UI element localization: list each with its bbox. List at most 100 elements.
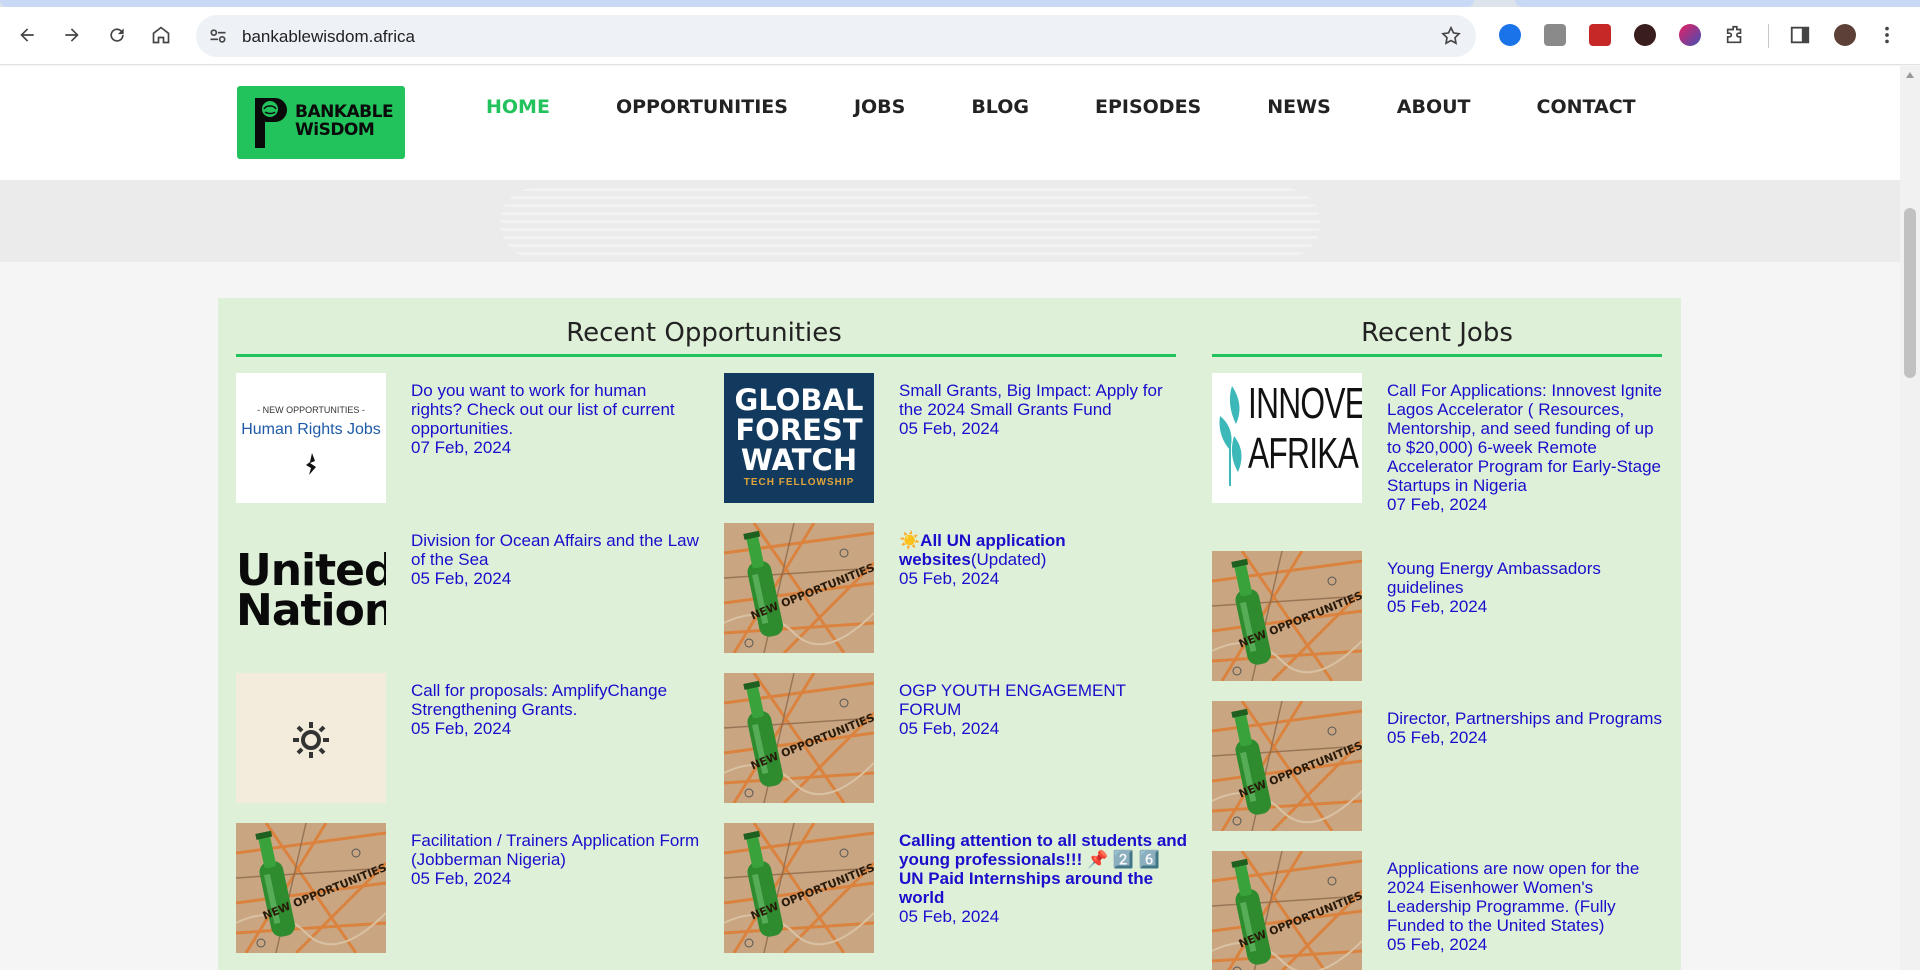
job-title-link[interactable]: Call For Applications: Innovest Ignite L… <box>1387 381 1672 495</box>
job-text: Young Energy Ambassadors guidelines 05 F… <box>1387 559 1672 616</box>
job-title-link[interactable]: Director, Partnerships and Programs <box>1387 709 1672 728</box>
map-bottle-illustration: NEW OPPORTUNITIES <box>724 523 874 653</box>
opportunity-title-link[interactable]: Small Grants, Big Impact: Apply for the … <box>899 381 1189 419</box>
extension-icon-3[interactable] <box>1589 24 1611 46</box>
job-item[interactable]: NEW OPPORTUNITIES Applications are now o… <box>1212 851 1672 970</box>
bookmark-star-icon[interactable] <box>1440 25 1462 47</box>
page-scrollbar[interactable] <box>1900 66 1920 970</box>
opportunity-item[interactable]: Call for proposals: AmplifyChange Streng… <box>236 673 696 805</box>
nav-blog[interactable]: BLOG <box>971 96 1029 118</box>
job-text: Director, Partnerships and Programs 05 F… <box>1387 709 1672 747</box>
nav-news[interactable]: NEWS <box>1267 96 1331 118</box>
extension-icon-5[interactable] <box>1679 24 1701 46</box>
arrow-right-icon <box>65 28 79 42</box>
new-opportunities-thumbnail[interactable]: NEW OPPORTUNITIES <box>724 673 874 803</box>
profile-avatar[interactable] <box>1834 24 1856 46</box>
side-panel-icon[interactable] <box>1789 24 1811 46</box>
new-opportunities-thumbnail[interactable]: NEW OPPORTUNITIES <box>1212 551 1362 681</box>
opportunity-title-link[interactable]: Call for proposals: AmplifyChange Streng… <box>411 681 701 719</box>
global-forest-watch-thumbnail[interactable]: GLOBAL FOREST WATCH TECH FELLOWSHIP <box>724 373 874 503</box>
opportunity-title-link[interactable]: Division for Ocean Affairs and the Law o… <box>411 531 701 569</box>
opportunity-title-link[interactable]: Calling attention to all students and yo… <box>899 831 1189 907</box>
un-logo-text: United Nations <box>236 549 386 633</box>
opportunity-date: 05 Feb, 2024 <box>899 569 1000 588</box>
logo-wordmark: BANKABLE WiSDOM <box>295 102 394 140</box>
reload-button[interactable] <box>99 17 135 53</box>
active-tab-area[interactable] <box>0 0 1474 7</box>
job-item[interactable]: NEW OPPORTUNITIES Director, Partnerships… <box>1212 701 1672 833</box>
extension-icon-1[interactable] <box>1499 24 1521 46</box>
tab-area-right[interactable] <box>1515 0 1920 7</box>
recent-jobs-heading: Recent Jobs <box>1361 318 1513 348</box>
scrollbar-thumb[interactable] <box>1904 208 1916 378</box>
extension-icon-4[interactable] <box>1634 24 1656 46</box>
innovest-afrika-thumbnail[interactable]: INNOVEST AFRIKA <box>1212 373 1362 503</box>
job-item[interactable]: NEW OPPORTUNITIES Young Energy Ambassado… <box>1212 551 1672 683</box>
main-nav: HOME OPPORTUNITIES JOBS BLOG EPISODES NE… <box>486 96 1702 118</box>
nav-episodes[interactable]: EPISODES <box>1095 96 1201 118</box>
gfw-line-3: WATCH <box>740 443 858 477</box>
site-header: BANKABLE WiSDOM HOME OPPORTUNITIES JOBS … <box>0 66 1900 180</box>
opportunity-item[interactable]: NEW OPPORTUNITIES OGP YOUTH ENGAGEMENT F… <box>724 673 1184 805</box>
opportunity-date: 05 Feb, 2024 <box>411 719 512 738</box>
new-opportunities-thumbnail[interactable]: NEW OPPORTUNITIES <box>1212 851 1362 970</box>
nav-contact[interactable]: CONTACT <box>1537 96 1636 118</box>
job-item[interactable]: INNOVEST AFRIKA Call For Applications: I… <box>1212 373 1672 514</box>
scroll-up-arrow-icon[interactable] <box>1906 72 1914 78</box>
opportunity-title-link[interactable]: Facilitation / Trainers Application Form… <box>411 831 701 869</box>
map-bottle-illustration: NEW OPPORTUNITIES <box>724 823 874 953</box>
recent-opportunities-heading: Recent Opportunities <box>566 318 842 348</box>
job-title-link[interactable]: Applications are now open for the 2024 E… <box>1387 859 1672 935</box>
logo-line-1: BANKABLE <box>295 102 394 122</box>
job-text: Applications are now open for the 2024 E… <box>1387 859 1672 954</box>
thumb-small-text: - NEW OPPORTUNITIES - <box>257 405 365 415</box>
hero-map-pattern <box>500 188 1320 258</box>
opportunity-title-suffix[interactable]: (Updated) <box>971 550 1047 569</box>
amplifychange-thumbnail[interactable] <box>236 673 386 803</box>
nav-home[interactable]: HOME <box>486 96 550 118</box>
new-opportunities-thumbnail[interactable]: NEW OPPORTUNITIES <box>1212 701 1362 831</box>
arrow-left-icon <box>20 28 34 42</box>
address-bar[interactable]: bankablewisdom.africa <box>196 15 1476 57</box>
opportunity-item[interactable]: NEW OPPORTUNITIES Calling attention to a… <box>724 823 1187 955</box>
new-opportunities-thumbnail[interactable]: NEW OPPORTUNITIES <box>236 823 386 953</box>
forward-button[interactable] <box>54 17 90 53</box>
opportunity-title-link[interactable]: OGP YOUTH ENGAGEMENT FORUM <box>899 681 1189 719</box>
opportunity-item[interactable]: United Nations Division for Ocean Affair… <box>236 523 699 655</box>
new-opportunities-thumbnail[interactable]: NEW OPPORTUNITIES <box>724 523 874 653</box>
opportunity-text: Facilitation / Trainers Application Form… <box>411 831 701 888</box>
job-text: Call For Applications: Innovest Ignite L… <box>1387 381 1672 514</box>
opportunity-title-link[interactable]: Do you want to work for human rights? Ch… <box>411 381 701 438</box>
nav-about[interactable]: ABOUT <box>1397 96 1471 118</box>
opportunity-date: 05 Feb, 2024 <box>411 869 512 888</box>
site-logo[interactable]: BANKABLE WiSDOM <box>237 86 405 159</box>
opportunity-title-link[interactable]: ☀️All UN application websites(Updated) <box>899 531 1189 569</box>
amplifychange-logo-icon <box>293 722 329 758</box>
nav-opportunities[interactable]: OPPORTUNITIES <box>616 96 788 118</box>
opportunity-item[interactable]: - NEW OPPORTUNITIES - Human Rights Jobs … <box>236 373 696 505</box>
opportunity-text: Do you want to work for human rights? Ch… <box>411 381 701 457</box>
human-rights-jobs-thumbnail[interactable]: - NEW OPPORTUNITIES - Human Rights Jobs <box>236 373 386 503</box>
opportunity-date: 05 Feb, 2024 <box>899 907 1000 926</box>
site-settings-icon[interactable] <box>208 26 228 46</box>
back-button[interactable] <box>9 17 45 53</box>
nav-jobs[interactable]: JOBS <box>854 96 905 118</box>
more-menu-icon[interactable] <box>1880 24 1894 46</box>
home-button[interactable] <box>143 17 179 53</box>
new-opportunities-thumbnail[interactable]: NEW OPPORTUNITIES <box>724 823 874 953</box>
united-nations-thumbnail[interactable]: United Nations <box>236 523 386 653</box>
hero-banner <box>0 180 1900 262</box>
opportunity-text: Small Grants, Big Impact: Apply for the … <box>899 381 1189 438</box>
job-date: 05 Feb, 2024 <box>1387 728 1488 747</box>
thumb-big-text: Human Rights Jobs <box>241 421 381 438</box>
puzzle-icon[interactable] <box>1724 24 1746 46</box>
logo-line-2: WiSDOM <box>295 120 375 140</box>
opportunity-item[interactable]: GLOBAL FOREST WATCH TECH FELLOWSHIP Smal… <box>724 373 1184 505</box>
job-title-link[interactable]: Young Energy Ambassadors guidelines <box>1387 559 1672 597</box>
opportunity-item[interactable]: NEW OPPORTUNITIES Facilitation / Trainer… <box>236 823 699 955</box>
url-text[interactable]: bankablewisdom.africa <box>242 27 415 47</box>
extension-icon-2[interactable] <box>1544 24 1566 46</box>
opportunity-item[interactable]: NEW OPPORTUNITIES ☀️All UN application w… <box>724 523 1184 655</box>
opportunity-text: Division for Ocean Affairs and the Law o… <box>411 531 701 588</box>
map-bottle-illustration: NEW OPPORTUNITIES <box>1212 851 1362 970</box>
